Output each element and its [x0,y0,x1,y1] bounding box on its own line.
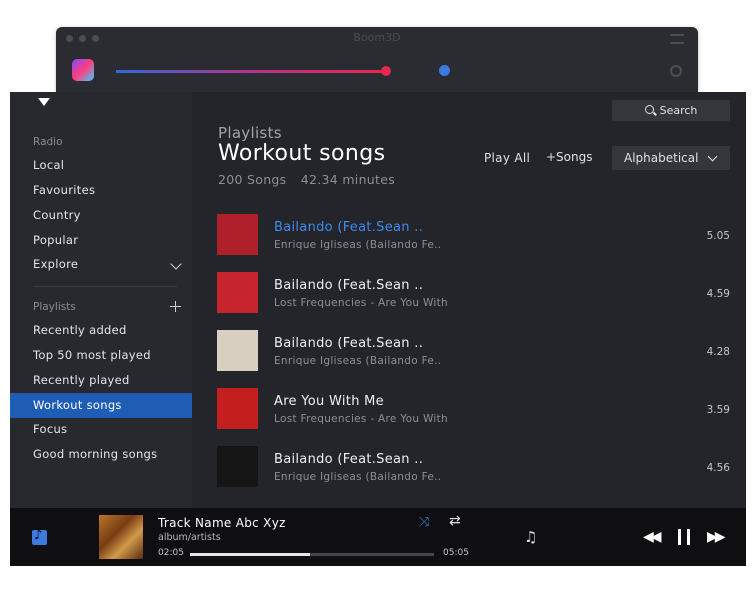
sidebar-item-label: Country [33,208,81,222]
song-row[interactable]: Are You With Me Lost Frequencies - Are Yo… [192,388,746,446]
song-duration: 5.05 [706,230,730,242]
power-icon[interactable] [670,65,682,77]
search-icon [644,105,654,114]
add-playlist-icon[interactable] [170,301,181,312]
album-art [217,388,258,429]
sidebar-item-good-morning[interactable]: Good morning songs [10,442,192,467]
elapsed-time: 02:05 [158,548,184,558]
song-artist: Lost Frequencies - Are You With [274,413,448,425]
previous-icon[interactable]: ◀◀ [643,529,661,545]
search-button[interactable]: Search [612,100,730,121]
sort-label: Alphabetical [624,151,699,165]
album-art [217,272,258,313]
playlist-meta: 200 Songs 42.34 minutes [218,172,405,187]
sidebar-item-country[interactable]: Country [10,203,192,228]
play-all-button[interactable]: Play All [484,151,530,165]
now-playing-artwork [99,515,143,559]
sidebar-item-label: Good morning songs [33,447,158,461]
pause-icon[interactable] [678,529,690,545]
sidebar-item-recently-played[interactable]: Recently played [10,368,192,393]
volume-slider-knob[interactable] [381,66,391,76]
player-bar: Track Name Abc Xyz album/artists 02:05 0… [10,508,746,566]
song-duration: 4.56 [706,462,730,474]
page-title: Workout songs [218,141,386,166]
playlist-icon[interactable]: ♫ [524,528,537,546]
radio-section-label: Radio [33,136,63,148]
sidebar-item-label: Popular [33,233,79,247]
sidebar-item-label: Recently added [33,323,127,337]
app-logo-icon [72,59,94,81]
song-title: Bailando (Feat.Sean .. [274,220,424,235]
song-artist: Enrique Igliseas (Bailando Fe.. [274,471,442,483]
song-title: Are You With Me [274,394,384,409]
sidebar-item-workout-songs[interactable]: Workout songs [10,393,192,418]
effect-knob[interactable] [439,65,450,76]
album-art [217,446,258,487]
playlist-content: Search Playlists Workout songs 200 Songs… [192,92,746,508]
song-duration: 4.59 [706,288,730,300]
sidebar-item-recently-added[interactable]: Recently added [10,318,192,343]
now-playing-title: Track Name Abc Xyz [158,516,286,530]
sidebar-item-local[interactable]: Local [10,153,192,178]
sidebar-item-focus[interactable]: Focus [10,417,192,442]
shuffle-icon[interactable]: ⤨ [419,515,429,530]
main-window: Radio Local Favourites Country Popular E… [10,92,746,508]
sidebar: Radio Local Favourites Country Popular E… [10,92,192,508]
song-count: 200 Songs [218,172,287,187]
song-duration: 3.59 [706,404,730,416]
song-row[interactable]: Bailando (Feat.Sean .. Enrique Igliseas (… [192,330,746,388]
app-menu-icon[interactable] [38,98,50,106]
song-title: Bailando (Feat.Sean .. [274,336,424,351]
playlists-section-label: Playlists [33,301,76,313]
sidebar-item-label: Explore [33,257,79,271]
now-playing-subtitle: album/artists [158,532,221,543]
song-title: Bailando (Feat.Sean .. [274,278,424,293]
sidebar-item-label: Workout songs [33,398,122,412]
sidebar-item-label: Favourites [33,183,96,197]
song-artist: Enrique Igliseas (Bailando Fe.. [274,239,442,251]
sidebar-item-label: Top 50 most played [33,348,151,362]
menu-icon[interactable] [670,34,684,44]
repeat-icon[interactable]: ⇄ [449,513,461,529]
background-window-title: Boom3D [353,31,401,44]
song-row[interactable]: Bailando (Feat.Sean .. Lost Frequencies -… [192,272,746,330]
chevron-down-icon [707,151,718,162]
sidebar-divider [33,286,177,287]
sidebar-item-explore[interactable]: Explore [10,252,192,277]
progress-bar[interactable] [190,553,434,556]
album-art [217,214,258,255]
add-songs-button[interactable]: +Songs [546,150,593,164]
sidebar-item-label: Focus [33,422,68,436]
song-row[interactable]: Bailando (Feat.Sean .. Enrique Igliseas (… [192,446,746,504]
song-artist: Lost Frequencies - Are You With [274,297,448,309]
chevron-down-icon[interactable] [170,258,182,270]
total-time: 05:05 [443,548,469,558]
progress-fill [190,553,310,556]
section-label: Playlists [218,124,282,142]
sidebar-item-favourites[interactable]: Favourites [10,178,192,203]
album-art [217,330,258,371]
song-artist: Enrique Igliseas (Bailando Fe.. [274,355,442,367]
playlist-duration: 42.34 minutes [300,172,396,187]
song-duration: 4.28 [706,346,730,358]
background-window: Boom3D [56,27,698,92]
volume-slider[interactable] [116,70,386,73]
sort-dropdown[interactable]: Alphabetical [612,146,730,170]
sidebar-item-label: Recently played [33,373,130,387]
search-label: Search [659,104,698,117]
music-note-icon[interactable] [32,528,47,545]
sidebar-item-top-50[interactable]: Top 50 most played [10,343,192,368]
song-title: Bailando (Feat.Sean .. [274,452,424,467]
next-icon[interactable]: ▶▶ [707,529,725,545]
sidebar-item-popular[interactable]: Popular [10,228,192,253]
song-row[interactable]: Bailando (Feat.Sean .. Enrique Igliseas (… [192,214,746,272]
sidebar-item-label: Local [33,158,65,172]
